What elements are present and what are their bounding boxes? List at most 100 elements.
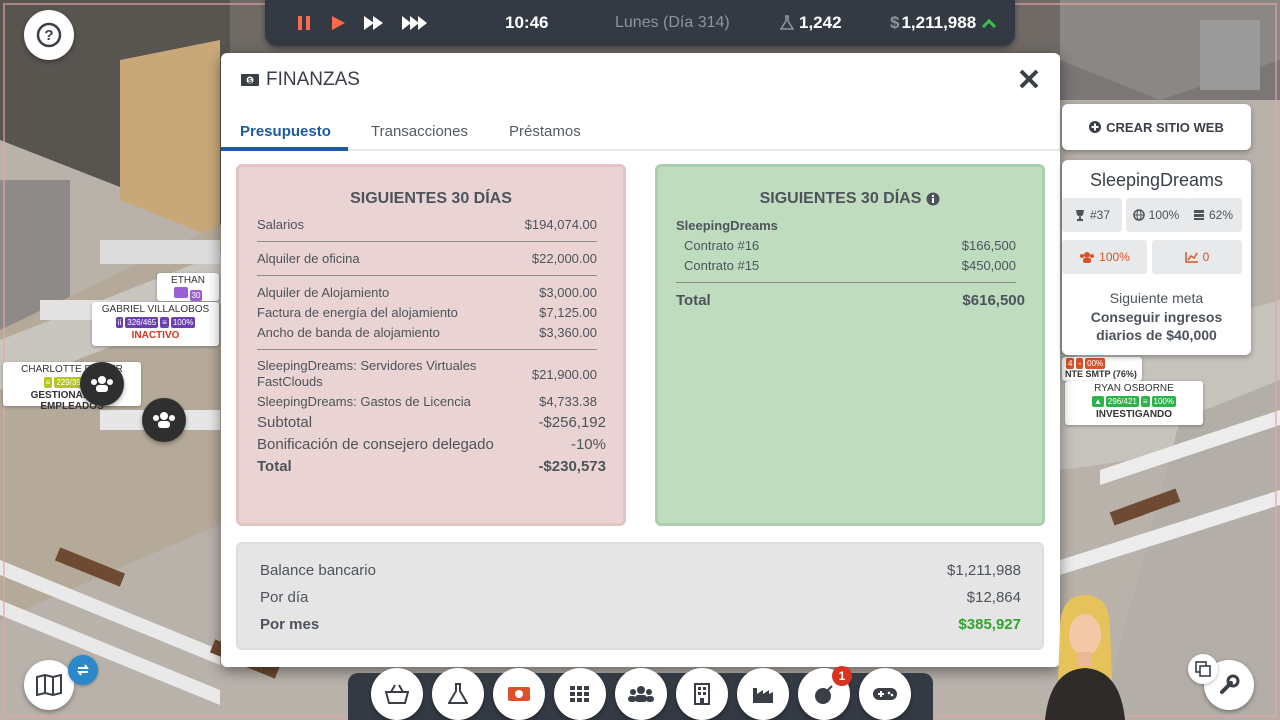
income-row-total: Total $616,500 (676, 292, 1025, 309)
product-name: SleepingDreams (1089, 170, 1224, 190)
wrench-icon (1220, 674, 1240, 694)
divider (257, 241, 597, 242)
goal-label: Siguiente meta (1109, 290, 1204, 306)
income-label: Total (676, 292, 711, 309)
advisor-portrait[interactable] (1040, 590, 1130, 720)
group-icon[interactable] (80, 362, 124, 406)
employee-stat: 296/421 (1105, 396, 1139, 407)
svg-text:?: ? (44, 27, 53, 44)
server-card[interactable]: 4-00% NTE SMTP (76%) (1062, 357, 1142, 381)
income-heading-text: SIGUIENTES 30 DÍAS (759, 190, 922, 207)
income-label: Contrato #15 (684, 258, 760, 273)
stat-rank[interactable]: #37 (1062, 198, 1122, 232)
employee-card-ethan[interactable]: ETHAN 30 (157, 273, 219, 301)
expense-value: $4,733.38 (539, 394, 597, 409)
map-button[interactable] (24, 660, 74, 710)
research-value: 1,242 (799, 13, 842, 32)
stat-stability[interactable]: 100% (1126, 198, 1186, 232)
expenses-panel: SIGUIENTES 30 DÍAS Salarios $194,074.00 … (236, 164, 626, 526)
close-icon (1019, 69, 1039, 89)
income-panel: SIGUIENTES 30 DÍAS SleepingDreams Contra… (655, 164, 1045, 526)
expense-label: SleepingDreams: Servidores Virtuales Fas… (257, 358, 477, 389)
expense-row-license: SleepingDreams: Gastos de Licencia $4,73… (257, 394, 597, 409)
expense-value: $21,900.00 (531, 366, 597, 382)
fast-forward-button[interactable] (361, 13, 387, 33)
research-points: 1,242 (780, 13, 842, 33)
summary-row-per-day: Por día $12,864 (260, 589, 1021, 606)
finance-button[interactable] (493, 668, 545, 720)
tab-transacciones[interactable]: Transacciones (371, 123, 468, 140)
tab-prestamos[interactable]: Préstamos (509, 123, 581, 140)
globe-icon (1132, 209, 1145, 221)
expense-label: Bonificación de consejero delegado (257, 436, 494, 453)
employees-button[interactable] (615, 668, 667, 720)
info-icon[interactable] (926, 192, 940, 206)
stat-value: 100% (1099, 250, 1130, 264)
group-icon[interactable] (142, 398, 186, 442)
income-value: $450,000 (961, 258, 1016, 273)
windows-button[interactable] (1188, 654, 1218, 684)
play-button[interactable] (329, 13, 347, 33)
divider (257, 349, 597, 350)
expense-label: Salarios (257, 217, 304, 232)
employee-card-gabriel[interactable]: GABRIEL VILLALOBOS ii 326/465 ≡ 100% INACTI… (92, 302, 219, 346)
pause-button[interactable] (295, 13, 313, 33)
bomb-icon (815, 685, 833, 704)
industry-button[interactable] (737, 668, 789, 720)
summary-value: $1,211,988 (947, 562, 1021, 579)
income-product-name: SleepingDreams (676, 218, 778, 233)
employee-name: ETHAN (171, 275, 205, 286)
create-website-label: CREAR SITIO WEB (1106, 119, 1224, 135)
products-button[interactable] (554, 668, 606, 720)
expenses-heading: SIGUIENTES 30 DÍAS (350, 190, 512, 207)
close-button[interactable] (1017, 67, 1041, 91)
finance-tabs: Presupuesto Transacciones Préstamos (221, 115, 1060, 151)
stat-value: #37 (1089, 208, 1111, 222)
income-value: $166,500 (961, 238, 1016, 253)
top-bar: 10:46 Lunes (Día 314) 1,242 $ 1,211,988 (265, 0, 1015, 46)
research-button[interactable] (432, 668, 484, 720)
summary-label: Por mes (260, 616, 320, 633)
swap-view-button[interactable] (68, 655, 98, 685)
product-panel[interactable]: SleepingDreams #37 100% 62% 100% 0 Sigui… (1062, 160, 1251, 355)
expense-value: $22,000.00 (531, 251, 597, 266)
employee-status: INVESTIGANDO (1095, 409, 1173, 420)
stat-value: 62% (1208, 208, 1234, 222)
svg-text:$: $ (248, 78, 252, 85)
stat-storage[interactable]: 62% (1184, 198, 1242, 232)
users-icon (1080, 252, 1095, 263)
currency-symbol: $ (890, 13, 900, 32)
expense-row-subtotal: Subtotal -$256,192 (257, 414, 606, 431)
pause-icon (298, 16, 310, 30)
money-icon (508, 687, 530, 701)
employee-pct: 100% (1151, 396, 1176, 407)
expense-label: Alquiler de oficina (257, 251, 360, 266)
shop-button[interactable] (371, 668, 423, 720)
help-button[interactable]: ? (24, 10, 74, 60)
expense-label: Alquiler de Alojamiento (257, 285, 390, 300)
games-button[interactable] (859, 668, 911, 720)
expense-row-salaries: Salarios $194,074.00 (257, 217, 597, 232)
create-website-button[interactable]: CREAR SITIO WEB (1062, 104, 1251, 150)
game-day: Lunes (Día 314) (615, 14, 730, 31)
stat-trend[interactable]: 0 (1152, 240, 1242, 274)
income-value: $616,500 (962, 292, 1025, 309)
employee-card-ryan[interactable]: RYAN OSBORNE ▲ 296/421 ≡ 100% INVESTIGANDO (1065, 381, 1203, 425)
fastest-forward-button[interactable] (399, 13, 433, 33)
swap-icon (77, 664, 89, 676)
factory-icon (753, 688, 773, 703)
expense-label: Subtotal (257, 414, 313, 431)
tab-presupuesto[interactable]: Presupuesto (240, 123, 331, 140)
income-label: Contrato #16 (684, 238, 760, 253)
stat-users[interactable]: 100% (1062, 240, 1147, 274)
expense-value: $194,074.00 (524, 217, 597, 232)
fastest-forward-icon (402, 16, 427, 30)
expense-row-virtual-servers: SleepingDreams: Servidores Virtuales Fas… (257, 358, 597, 390)
expense-row-total: Total -$230,573 (257, 458, 606, 475)
money-icon: $ (241, 74, 259, 86)
stat-value: 0 (1202, 250, 1210, 264)
map-icon (36, 674, 62, 696)
building-button[interactable] (676, 668, 728, 720)
finance-modal: $ FINANZAS Presupuesto Transacciones Pré… (221, 53, 1060, 667)
server-label: NTE SMTP (76%) (1065, 369, 1137, 379)
